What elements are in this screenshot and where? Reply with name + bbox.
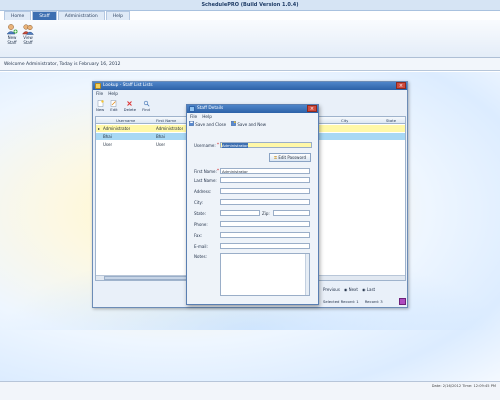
menu-file[interactable]: File (190, 114, 197, 121)
status-bar: Date: 2/16/2012 Time: 12:09:45 PM (0, 381, 500, 400)
label-zip: Zip: (262, 211, 270, 216)
tab-staff[interactable]: Staff (32, 11, 57, 20)
edit-button[interactable]: Edit (110, 100, 118, 114)
label-fax: Fax: (194, 233, 203, 238)
nav-next-wrap[interactable]: ◉ Next (344, 287, 358, 292)
window-icon (189, 106, 195, 112)
tab-home[interactable]: Home (4, 11, 32, 20)
email-field[interactable] (220, 243, 310, 249)
column-username[interactable]: Username (116, 117, 135, 124)
zip-field[interactable] (273, 210, 310, 216)
save-close-button[interactable]: Save and Close (189, 121, 226, 127)
ribbon: New Staff View Staff (0, 20, 500, 58)
label-first-name: First Name: (194, 169, 217, 174)
user-add-icon (6, 24, 18, 35)
column-city[interactable]: City (341, 117, 348, 124)
record-nav: Previous ◉ Next ◉ Last (323, 287, 375, 292)
resize-grip-icon[interactable] (399, 298, 406, 305)
label-email: E-mail: (194, 244, 208, 249)
view-staff-button[interactable]: View Staff (19, 22, 37, 52)
find-button[interactable]: Find (142, 100, 150, 114)
cell-username: Bhai (103, 134, 112, 139)
label-state: State: (194, 211, 206, 216)
phone-field[interactable] (220, 221, 310, 227)
nav-next: Next (348, 287, 358, 292)
users-view-icon (22, 24, 34, 35)
save-new-icon (231, 121, 236, 126)
ribbon-tabs: Home Staff Administration Help (4, 11, 130, 20)
city-field[interactable] (220, 199, 310, 205)
label-notes: Notes: (194, 254, 207, 259)
label-address: Address: (194, 189, 212, 194)
delete-button[interactable]: Delete (124, 100, 136, 114)
cell-first-name: User (156, 142, 166, 147)
cell-first-name: Administrator (156, 126, 184, 131)
welcome-bar: Welcome Administrator, Today is February… (0, 58, 500, 71)
close-icon[interactable]: × (396, 82, 406, 89)
staff-list-title: Lookup - Staff List Lists (103, 83, 153, 88)
column-state[interactable]: State (386, 117, 396, 124)
list-toolbar: New Edit Delete Find (96, 100, 186, 114)
staff-list-titlebar[interactable]: Lookup - Staff List Lists (93, 82, 407, 90)
nav-last: Last (366, 287, 376, 292)
tab-administration[interactable]: Administration (57, 11, 105, 20)
menu-help[interactable]: Help (202, 114, 212, 121)
tab-help[interactable]: Help (105, 11, 130, 20)
notes-field[interactable] (220, 253, 310, 296)
nav-last-wrap[interactable]: ◉ Last (362, 287, 375, 292)
window-icon (95, 83, 101, 89)
close-icon[interactable]: × (307, 105, 317, 112)
nav-previous[interactable]: Previous (323, 287, 340, 292)
details-toolbar: Save and Close Save and New (189, 121, 266, 127)
first-name-field[interactable]: Administrator (220, 168, 310, 174)
required-marker: * (217, 168, 219, 173)
menu-file[interactable]: File (96, 91, 103, 98)
save-new-button[interactable]: Save and New (231, 121, 266, 127)
fax-field[interactable] (220, 232, 310, 238)
record-count: Record: 3 (364, 299, 383, 304)
status-datetime: Date: 2/16/2012 Time: 12:09:45 PM (431, 384, 496, 388)
save-icon (189, 121, 194, 126)
label-phone: Phone: (194, 222, 208, 227)
key-icon: ⚿ (273, 155, 278, 160)
staff-details-window: Staff Details × File Help Save and Close… (186, 104, 319, 305)
required-marker: * (217, 142, 219, 147)
view-staff-label: View Staff (23, 35, 33, 45)
row-selected-indicator: ▸ (98, 126, 101, 131)
edit-password-button[interactable]: ⚿ Edit Password (269, 153, 311, 162)
column-first-name[interactable]: First Name (156, 117, 176, 124)
staff-details-titlebar[interactable]: Staff Details (187, 105, 318, 113)
new-button[interactable]: New (96, 100, 104, 114)
cell-username: User (103, 142, 113, 147)
address-field[interactable] (220, 188, 310, 194)
list-statusbar: Selected Record: 1 Record: 3 (323, 299, 383, 304)
details-menubar: File Help (187, 114, 212, 121)
last-name-field[interactable] (220, 177, 310, 183)
delete-icon (127, 101, 133, 106)
new-document-icon (97, 100, 104, 107)
state-field[interactable] (220, 210, 260, 216)
label-username: Username: (194, 143, 216, 148)
username-field[interactable]: Administrator (220, 142, 312, 148)
cell-username: Administrator (103, 126, 131, 131)
label-city: City: (194, 200, 203, 205)
label-last-name: Last Name: (194, 178, 217, 183)
edit-icon (111, 100, 117, 107)
cell-first-name: Bhai (156, 134, 165, 139)
staff-details-title: Staff Details (197, 106, 224, 111)
notes-scrollbar[interactable] (305, 254, 309, 295)
selected-record: Selected Record: 1 (323, 299, 359, 304)
menu-help[interactable]: Help (108, 91, 118, 98)
find-icon (143, 100, 149, 107)
app-title: SchedulePRO (Build Version 1.0.4) (201, 2, 299, 8)
list-menubar: File Help (93, 91, 118, 98)
